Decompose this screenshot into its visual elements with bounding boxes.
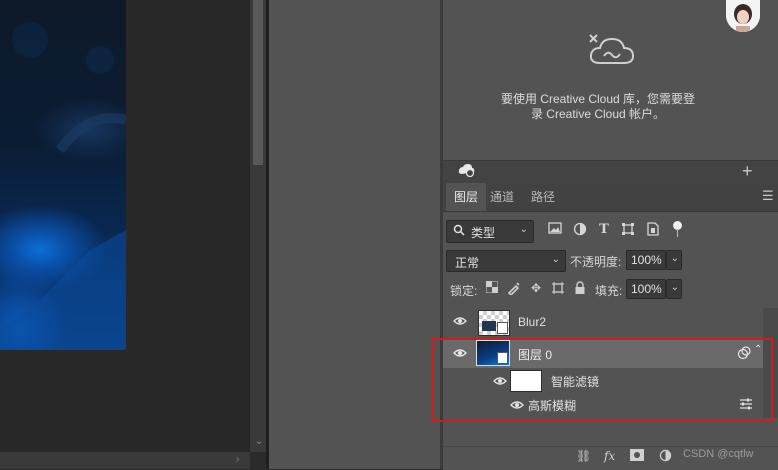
opacity-slider-button[interactable]: ⌄ (666, 250, 682, 270)
opacity-label: 不透明度: (570, 255, 622, 269)
fill-slider-button[interactable]: ⌄ (666, 279, 682, 299)
layer-thumbnail[interactable] (478, 310, 510, 336)
smart-object-filter-icon[interactable] (645, 222, 661, 238)
lock-artboard-icon[interactable] (551, 281, 565, 295)
middle-panel-column (269, 0, 440, 469)
search-icon (453, 224, 465, 239)
fill-value: 100% (631, 282, 662, 296)
opacity-input[interactable]: 100% (626, 250, 666, 270)
canvas-vertical-scroll-thumb[interactable] (253, 0, 263, 165)
filter-toggle-stem (677, 229, 678, 237)
fill-label: 填充: (595, 284, 623, 298)
watermark-text: CSDN @cqtlw (683, 448, 754, 460)
scroll-down-arrow-icon[interactable]: ⌄ (255, 436, 263, 447)
scroll-right-arrow-icon[interactable]: › (236, 454, 239, 465)
lock-label: 锁定: (450, 284, 478, 298)
layer-kind-filter-select[interactable]: 类型 ⌄ (446, 220, 534, 243)
opacity-value: 100% (631, 253, 662, 267)
fx-effects-icon[interactable]: fx (604, 449, 615, 463)
lock-transparency-icon[interactable] (485, 280, 499, 295)
chevron-down-icon: ⌄ (670, 282, 679, 293)
cloud-sync-icon[interactable] (458, 163, 476, 180)
visibility-eye-icon[interactable] (453, 315, 467, 329)
canvas-image[interactable] (0, 0, 126, 350)
chevron-down-icon: ⌄ (519, 224, 528, 235)
shape-layer-filter-icon[interactable] (620, 222, 636, 238)
chevron-down-icon: ⌄ (551, 254, 560, 265)
chevron-down-icon: ⌄ (670, 253, 679, 264)
pixel-layer-filter-icon[interactable] (547, 222, 563, 238)
lock-all-icon[interactable] (573, 281, 587, 295)
adjustment-layer-icon[interactable] (659, 449, 672, 465)
tab-layers[interactable]: 图层 (446, 183, 487, 211)
panel-menu-icon[interactable]: ☰ (762, 188, 774, 204)
fill-input[interactable]: 100% (626, 279, 666, 299)
blend-mode-value: 正常 (455, 256, 480, 270)
type-layer-filter-icon[interactable]: T (596, 222, 612, 238)
tab-channels[interactable]: 通道 (482, 183, 522, 211)
adjustment-layer-filter-icon[interactable] (572, 222, 588, 238)
lock-position-icon[interactable]: ✥ (529, 281, 543, 295)
annotation-highlight-box (432, 338, 773, 422)
libraries-message-line1: 要使用 Creative Cloud 库，您需要登 (500, 92, 696, 106)
link-layers-icon[interactable]: ⛓ (576, 449, 591, 463)
smart-object-badge-icon (497, 322, 508, 334)
libraries-signin-message: 要使用 Creative Cloud 库，您需要登 录 Creative Clo… (443, 92, 753, 122)
layer-name[interactable]: Blur2 (518, 315, 546, 329)
layer-row-blur2[interactable]: Blur2 (443, 308, 763, 336)
kind-filter-value: 类型 (471, 226, 496, 240)
add-library-button[interactable]: + (742, 160, 753, 182)
blend-mode-select[interactable]: 正常 ⌄ (446, 250, 566, 272)
creative-cloud-offline-icon (586, 33, 638, 69)
canvas-horizontal-scrollbar[interactable] (0, 452, 250, 469)
add-mask-icon[interactable] (630, 449, 644, 464)
tab-paths[interactable]: 路径 (523, 183, 563, 211)
libraries-footer-bar (443, 160, 778, 183)
lock-image-pixels-icon[interactable] (507, 281, 521, 297)
libraries-message-line2: 录 Creative Cloud 帐户。 (530, 107, 666, 121)
